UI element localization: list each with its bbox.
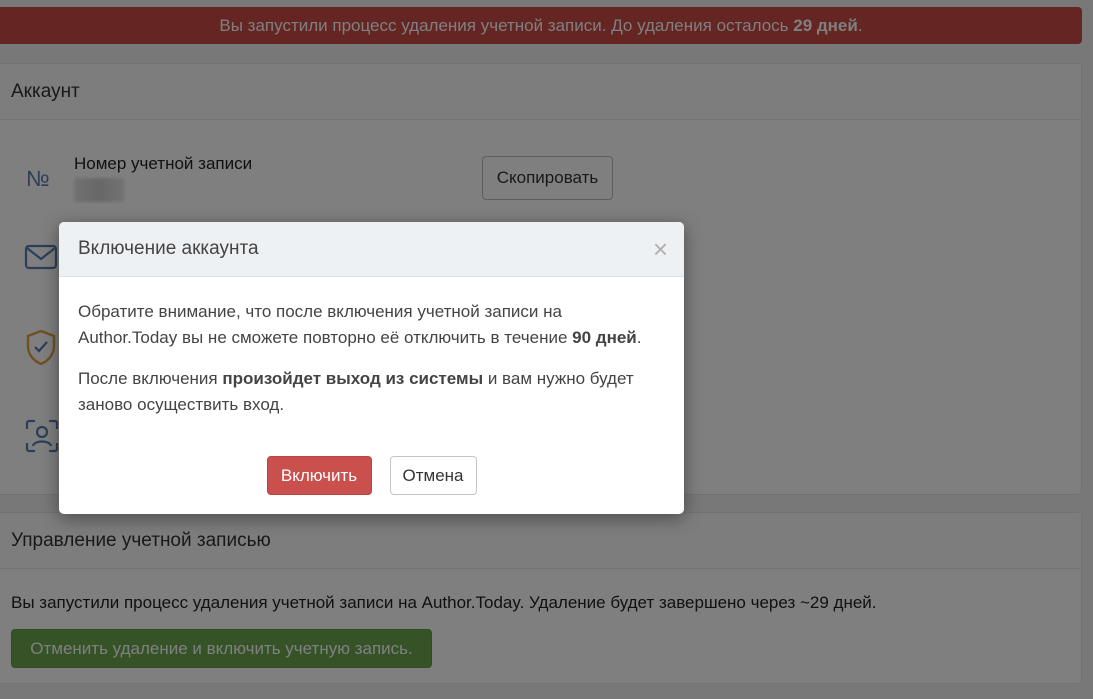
cancel-button[interactable]: Отмена [389,456,477,495]
modal-footer: Включить Отмена [59,456,684,495]
page: Вы запустили процесс удаления учетной за… [0,0,1093,699]
modal-body: Обратите внимание, что после включения у… [59,277,684,418]
modal-header: Включение аккаунта × [59,222,684,277]
modal-paragraph-2: После включения произойдет выход из сист… [78,369,634,414]
enable-button[interactable]: Включить [266,456,372,495]
modal-title: Включение аккаунта [78,238,259,259]
modal-paragraph-1: Обратите внимание, что после включения у… [78,302,642,347]
enable-account-modal: Включение аккаунта × Обратите внимание, … [59,222,684,514]
close-icon[interactable]: × [653,236,668,262]
